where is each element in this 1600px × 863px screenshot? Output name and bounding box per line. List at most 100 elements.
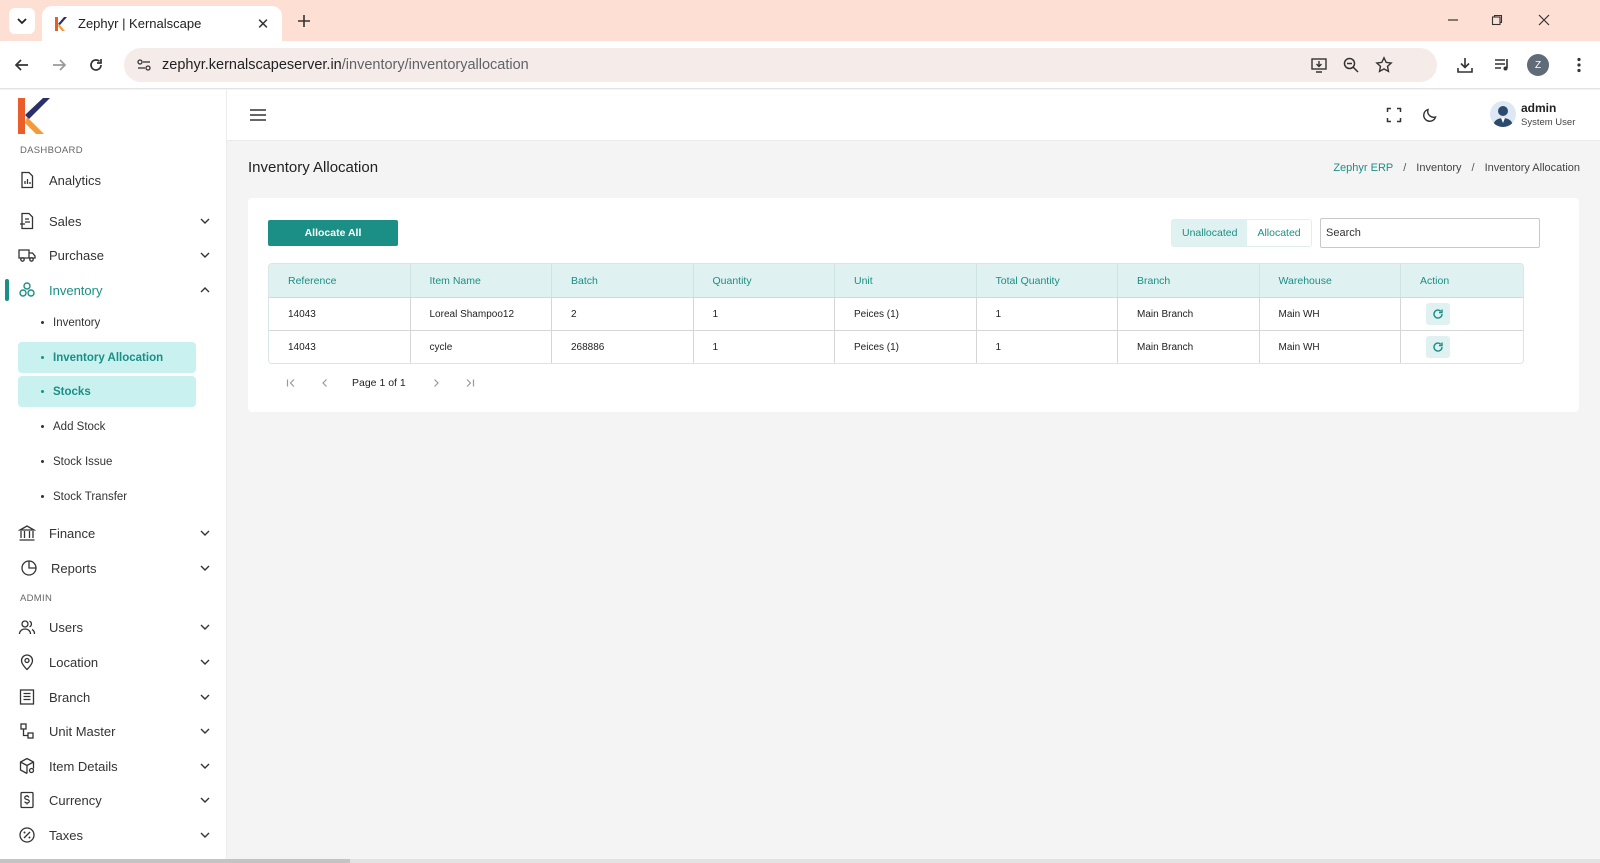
- table-header: Reference Item Name Batch Quantity Unit …: [269, 264, 1523, 297]
- sidebar-item-users[interactable]: Users: [0, 612, 226, 642]
- dark-mode-button[interactable]: [1420, 105, 1440, 125]
- column-header-unit[interactable]: Unit: [835, 264, 977, 297]
- map-pin-icon: [17, 652, 37, 672]
- sidebar-item-location[interactable]: Location: [0, 647, 226, 677]
- profile-avatar[interactable]: Z: [1527, 54, 1549, 76]
- sidebar-item-analytics[interactable]: Analytics: [0, 165, 226, 195]
- sidebar-subitem-inventory-allocation[interactable]: Inventory Allocation: [18, 342, 196, 373]
- horizontal-scrollbar[interactable]: [0, 859, 1600, 863]
- cell-action: [1401, 331, 1522, 363]
- allocate-row-button[interactable]: [1426, 336, 1450, 358]
- downloads-icon[interactable]: [1453, 53, 1477, 77]
- invoice-icon: [17, 211, 37, 231]
- forward-button[interactable]: [47, 53, 71, 77]
- cell-batch: 2: [552, 298, 694, 330]
- sidebar-item-sales[interactable]: Sales: [0, 206, 226, 236]
- chevron-first-icon: [286, 379, 295, 387]
- user-name[interactable]: admin: [1521, 101, 1556, 115]
- sidebar-item-currency[interactable]: Currency: [0, 785, 226, 815]
- scrollbar-thumb[interactable]: [0, 859, 350, 863]
- allocate-all-button[interactable]: Allocate All: [268, 220, 398, 246]
- zoom-icon[interactable]: [1339, 53, 1363, 77]
- hamburger-icon: [250, 109, 266, 121]
- cell-reference: 14043: [269, 331, 411, 363]
- tab-allocated[interactable]: Allocated: [1247, 220, 1311, 246]
- user-role: System User: [1521, 117, 1576, 128]
- tab-close-icon[interactable]: ✕: [254, 15, 272, 33]
- sidebar-subitem-stocks[interactable]: Stocks: [18, 376, 196, 407]
- new-tab-button[interactable]: [292, 9, 316, 33]
- chevron-down-icon: [198, 214, 212, 228]
- breadcrumb-item-inventory[interactable]: Inventory: [1416, 162, 1461, 174]
- pagination: Page 1 of 1: [274, 373, 487, 393]
- sidebar-item-label: Branch: [49, 689, 91, 705]
- bookmark-star-icon[interactable]: [1372, 53, 1396, 77]
- truck-icon: [17, 245, 37, 265]
- cell-unit: Peices (1): [835, 331, 977, 363]
- close-window-button[interactable]: [1529, 8, 1559, 32]
- sidebar-subitem-inventory[interactable]: Inventory: [18, 307, 196, 338]
- column-header-quantity[interactable]: Quantity: [694, 264, 835, 297]
- sidebar-item-reports[interactable]: Reports: [0, 553, 226, 583]
- sidebar-item-label: Finance: [49, 525, 96, 541]
- first-page-button[interactable]: [274, 373, 308, 393]
- sidebar-item-inventory[interactable]: Inventory: [0, 275, 226, 305]
- sidebar-subitem-stock-transfer[interactable]: Stock Transfer: [18, 481, 196, 512]
- pie-chart-icon: [19, 558, 39, 578]
- kernalscape-favicon-icon: [55, 16, 67, 31]
- bullet-dot: [41, 390, 44, 393]
- sidebar-item-taxes[interactable]: Taxes: [0, 820, 226, 850]
- cell-total-quantity: 1: [977, 331, 1118, 363]
- bank-icon: [17, 523, 37, 543]
- column-header-total-quantity[interactable]: Total Quantity: [977, 264, 1118, 297]
- site-info-icon[interactable]: [132, 53, 156, 77]
- prev-page-button[interactable]: [308, 373, 342, 393]
- sidebar-item-unit-master[interactable]: Unit Master: [0, 716, 226, 746]
- last-page-button[interactable]: [453, 373, 487, 393]
- cell-batch: 268886: [552, 331, 694, 363]
- user-avatar[interactable]: [1490, 101, 1516, 127]
- column-header-warehouse[interactable]: Warehouse: [1260, 264, 1401, 297]
- address-bar[interactable]: zephyr.kernalscapeserver.in/inventory/in…: [124, 48, 1437, 82]
- users-icon: [17, 617, 37, 637]
- browser-menu-icon[interactable]: [1567, 53, 1591, 77]
- chevron-up-icon: [198, 283, 212, 297]
- table-row: 14043 Loreal Shampoo12 2 1 Peices (1) 1 …: [269, 297, 1523, 330]
- moon-icon: [1423, 108, 1437, 122]
- sidebar-subitem-add-stock[interactable]: Add Stock: [18, 411, 196, 442]
- sidebar-item-finance[interactable]: Finance: [0, 518, 226, 548]
- reload-button[interactable]: [84, 53, 108, 77]
- sidebar-item-label: Analytics: [49, 172, 102, 188]
- menu-toggle-button[interactable]: [248, 105, 268, 125]
- tab-search-button[interactable]: [9, 8, 35, 34]
- browser-tab[interactable]: Zephyr | Kernalscape ✕: [42, 6, 282, 41]
- column-header-batch[interactable]: Batch: [552, 264, 694, 297]
- next-page-button[interactable]: [419, 373, 453, 393]
- minimize-button[interactable]: [1438, 8, 1468, 32]
- sidebar-item-label: Unit Master: [49, 723, 116, 739]
- back-button[interactable]: [10, 53, 34, 77]
- cell-total-quantity: 1: [977, 298, 1118, 330]
- chevron-down-icon: [198, 793, 212, 807]
- tab-unallocated[interactable]: Unallocated: [1172, 220, 1248, 246]
- breadcrumb-link-home[interactable]: Zephyr ERP: [1333, 162, 1393, 174]
- install-app-icon[interactable]: [1307, 53, 1331, 77]
- sidebar-item-branch[interactable]: Branch: [0, 682, 226, 712]
- search-input[interactable]: [1320, 218, 1540, 248]
- column-header-item-name[interactable]: Item Name: [411, 264, 552, 297]
- cell-quantity: 1: [694, 331, 835, 363]
- file-chart-icon: [17, 170, 37, 190]
- subitem-label: Add Stock: [53, 420, 106, 433]
- cell-branch: Main Branch: [1118, 331, 1260, 363]
- section-label-admin: ADMIN: [20, 593, 53, 604]
- kernalscape-logo[interactable]: [16, 96, 52, 136]
- column-header-reference[interactable]: Reference: [269, 264, 411, 297]
- media-controls-icon[interactable]: [1490, 53, 1514, 77]
- sidebar-item-purchase[interactable]: Purchase: [0, 240, 226, 270]
- fullscreen-button[interactable]: [1384, 105, 1404, 125]
- sidebar-item-item-details[interactable]: Item Details: [0, 751, 226, 781]
- restore-button[interactable]: [1482, 8, 1512, 32]
- column-header-branch[interactable]: Branch: [1118, 264, 1260, 297]
- allocate-row-button[interactable]: [1426, 303, 1450, 325]
- sidebar-subitem-stock-issue[interactable]: Stock Issue: [18, 446, 196, 477]
